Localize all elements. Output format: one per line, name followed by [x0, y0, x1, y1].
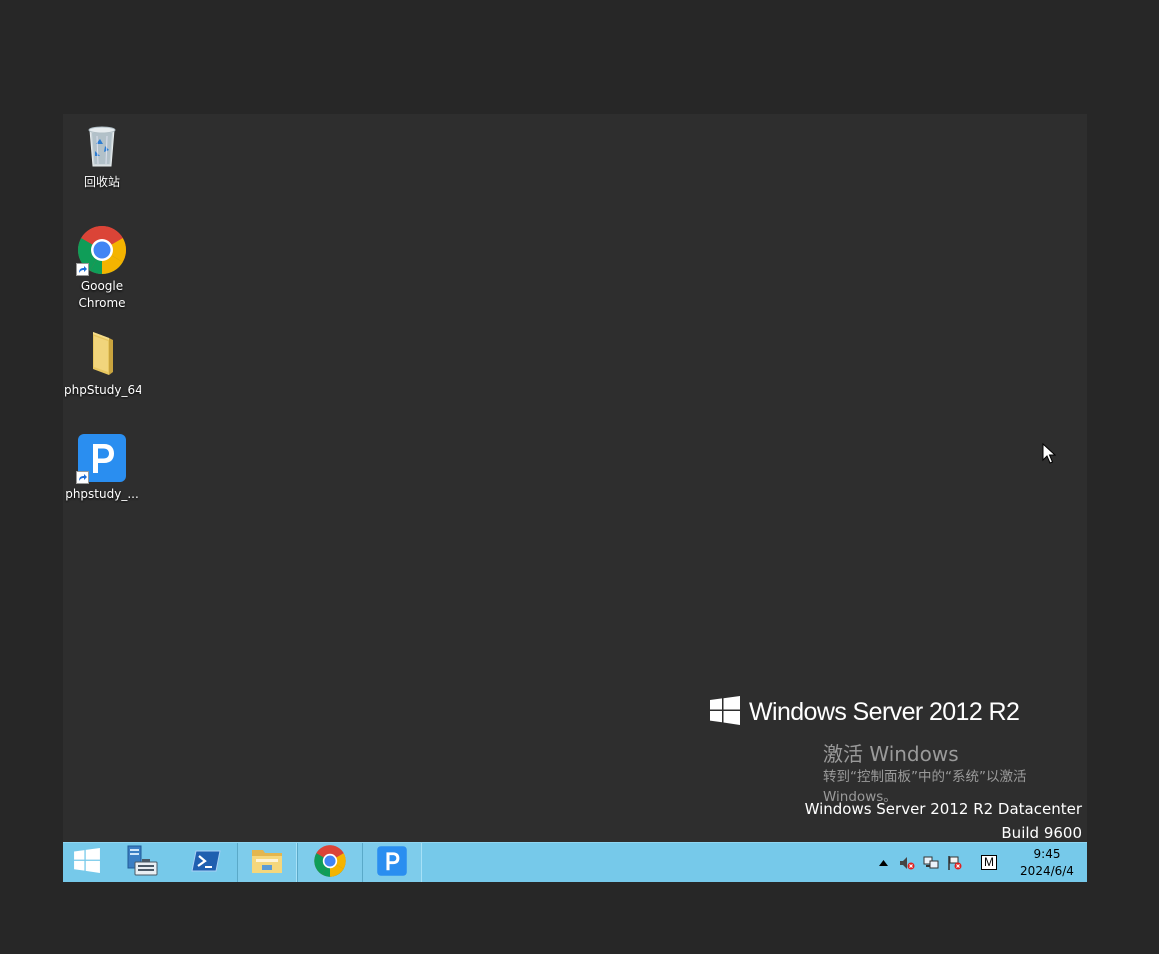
file-explorer-icon [250, 846, 284, 880]
desktop-icon-chrome[interactable]: Google Chrome [63, 224, 141, 312]
windows-server-branding: Windows Server 2012 R2 [710, 696, 1019, 729]
clock[interactable]: 9:45 2024/6/4 [1007, 846, 1087, 880]
volume-muted-icon[interactable] [899, 855, 915, 871]
activation-instruction: 转到“控制面板”中的“系统”以激活 [823, 767, 1026, 787]
desktop-icon-label: phpStudy_64 [63, 382, 141, 399]
taskbar-chrome[interactable] [297, 843, 363, 882]
build-info: Windows Server 2012 R2 Datacenter Build … [805, 797, 1082, 845]
desktop-icon-recycle-bin[interactable]: 回收站 [63, 120, 141, 191]
desktop-icon-phpstudy-folder[interactable]: phpStudy_64 [63, 328, 141, 399]
brand-text: Windows Server 2012 R2 [749, 698, 1019, 727]
ime-label: M [981, 855, 997, 870]
system-tray: M 9:45 2024/6/4 [871, 843, 1087, 882]
network-icon[interactable] [923, 855, 939, 871]
shortcut-arrow-icon [76, 471, 89, 484]
server-manager-icon [126, 844, 160, 882]
activation-title: 激活 Windows [823, 741, 1026, 767]
windows-logo-icon [710, 696, 740, 729]
desktop: 回收站 Google Chrome [63, 114, 1087, 882]
taskbar-file-explorer[interactable] [237, 843, 297, 882]
taskbar-phpstudy[interactable] [362, 843, 422, 882]
desktop-icon-label: Chrome [63, 295, 141, 312]
desktop-icon-label: 回收站 [63, 174, 141, 191]
clock-time: 9:45 [1007, 846, 1087, 863]
phpstudy-icon [76, 432, 128, 484]
desktop-icon-label: Google [63, 278, 141, 295]
edition-text: Windows Server 2012 R2 Datacenter [805, 797, 1082, 821]
desktop-icon-label: phpstudy_... [63, 486, 141, 503]
chrome-icon [76, 224, 128, 276]
desktop-icon-phpstudy[interactable]: phpstudy_... [63, 432, 141, 503]
chrome-icon [313, 844, 347, 882]
taskbar-server-manager[interactable] [113, 843, 173, 882]
powershell-icon [191, 849, 221, 877]
phpstudy-icon [376, 845, 408, 881]
folder-icon [76, 328, 128, 380]
mouse-cursor-icon [1042, 443, 1056, 468]
taskbar: M 9:45 2024/6/4 [63, 842, 1087, 882]
recycle-bin-icon [76, 120, 128, 172]
clock-date: 2024/6/4 [1007, 863, 1087, 880]
windows-logo-icon [74, 848, 100, 877]
show-hidden-icons-chevron-up-icon[interactable] [875, 855, 891, 871]
shortcut-arrow-icon [76, 263, 89, 276]
start-button[interactable] [63, 843, 111, 882]
taskbar-powershell[interactable] [177, 843, 235, 882]
input-method-indicator[interactable]: M [981, 855, 997, 871]
action-center-flag-icon[interactable] [947, 855, 963, 871]
